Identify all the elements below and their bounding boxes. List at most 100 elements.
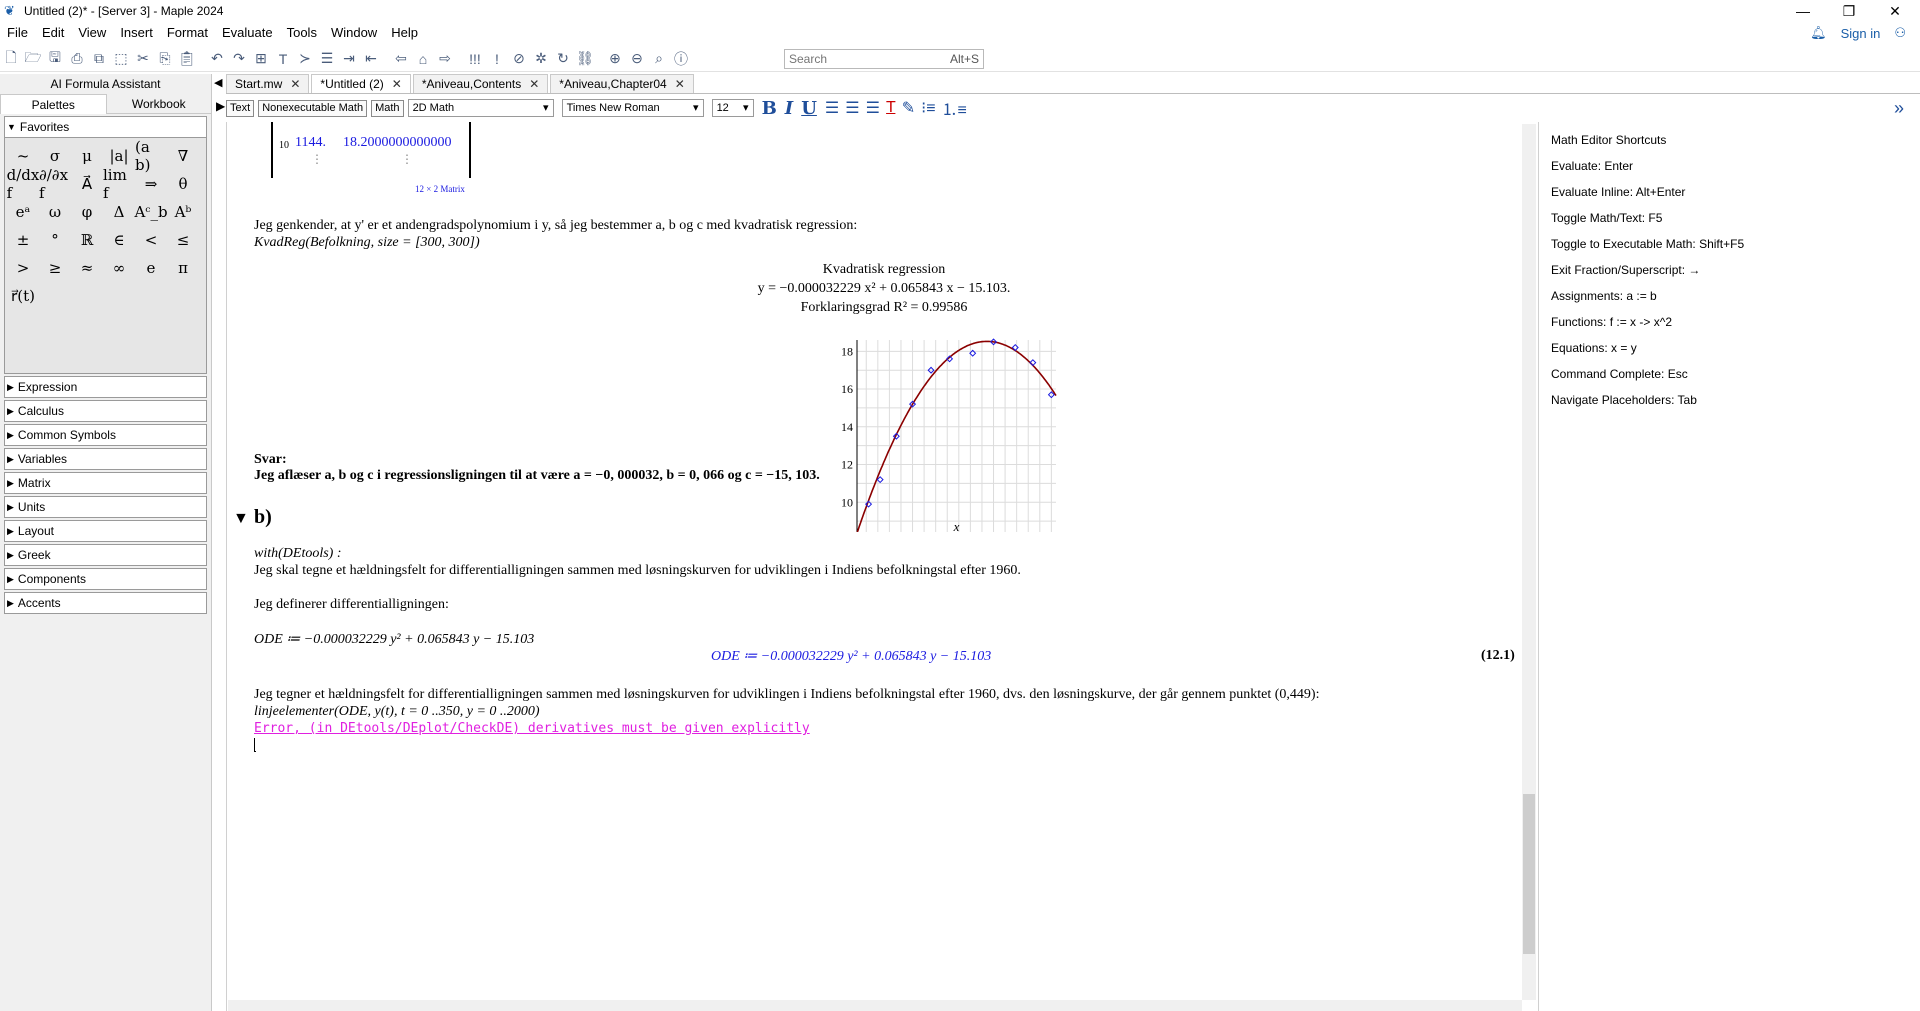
palette-symbol[interactable]: ∇ [167, 142, 199, 170]
palette-symbol[interactable]: lim f [103, 166, 135, 202]
palette-symbol[interactable]: θ [167, 170, 199, 198]
execute-icon[interactable]: ! [486, 48, 508, 70]
redo-icon[interactable]: ↷ [228, 48, 250, 70]
palette-symbol[interactable]: e [135, 254, 167, 282]
palette-symbol[interactable]: Aᵇ [167, 198, 199, 226]
palette-symbol[interactable]: ≈ [71, 254, 103, 282]
palette-common-symbols[interactable]: ▶ Common Symbols [4, 424, 207, 446]
palette-matrix[interactable]: ▶ Matrix [4, 472, 207, 494]
italic-icon[interactable]: I [785, 98, 793, 119]
math-mode-button[interactable]: Math [371, 99, 404, 117]
close-tab-icon[interactable]: ✕ [529, 77, 539, 91]
numbered-list-icon[interactable]: ⒈≡ [942, 96, 967, 120]
palette-symbol[interactable]: < [135, 226, 167, 254]
zoom-in-icon[interactable]: ⊕ [604, 48, 626, 70]
palette-symbol[interactable]: Δ [103, 198, 135, 226]
palette-symbol[interactable]: (a b) [135, 138, 167, 174]
debug-icon[interactable]: ✲ [530, 48, 552, 70]
align-center-icon[interactable]: ☰ [845, 98, 859, 118]
menu-window[interactable]: Window [324, 22, 384, 44]
bullet-list-icon[interactable]: ⁝≡ [921, 98, 935, 118]
palette-expression[interactable]: ▶ Expression [4, 376, 207, 398]
tab-start[interactable]: Start.mw ✕ [226, 74, 310, 93]
palette-symbol[interactable]: > [7, 254, 39, 282]
menu-evaluate[interactable]: Evaluate [215, 22, 280, 44]
tab-workbook[interactable]: Workbook [106, 94, 211, 114]
align-left-icon[interactable]: ☰ [825, 98, 839, 118]
indent-icon[interactable]: ⇥ [338, 48, 360, 70]
ai-formula-assistant[interactable]: AI Formula Assistant [0, 74, 211, 94]
command-input[interactable]: KvadReg(Befolkning, size = [300, 300]) [254, 235, 480, 251]
bell-icon[interactable]: 🔔︎ [1810, 25, 1827, 41]
insert-paragraph-icon[interactable]: ☰ [316, 48, 338, 70]
palette-symbol[interactable]: ≤ [167, 226, 199, 254]
menu-view[interactable]: View [71, 22, 113, 44]
search-box[interactable]: Alt+S [784, 49, 984, 69]
palette-symbol[interactable]: ± [7, 226, 39, 254]
nonexecutable-math-button[interactable]: Nonexecutable Math [258, 99, 368, 117]
user-icon[interactable]: ⚇ [1894, 25, 1906, 41]
new-document-icon[interactable]: 🗋 [0, 48, 22, 70]
highlight-icon[interactable]: ✎ [902, 98, 915, 118]
palette-symbol[interactable]: ∈ [103, 226, 135, 254]
bold-icon[interactable]: B [762, 98, 777, 119]
regression-plot[interactable]: Kvadratisk regression y = −0.000032229 x… [727, 252, 1057, 532]
menu-tools[interactable]: Tools [280, 22, 324, 44]
scrollbar-thumb[interactable] [1523, 794, 1535, 954]
palette-symbol[interactable]: ω [39, 198, 71, 226]
text-mode-button[interactable]: Text [226, 99, 255, 117]
zoom-icon[interactable]: ⌕ [648, 48, 670, 70]
maximize-button[interactable]: ❐ [1826, 0, 1872, 22]
sign-in-link[interactable]: Sign in [1841, 26, 1881, 41]
tab-aniveau-chapter04[interactable]: *Aniveau,Chapter04 ✕ [550, 74, 694, 93]
math-mode-select[interactable]: 2D Math ▾ [407, 99, 554, 117]
palette-symbol[interactable]: ∞ [103, 254, 135, 282]
execute-all-icon[interactable]: !!! [464, 48, 486, 70]
link-icon[interactable]: ⛓ [574, 48, 596, 70]
palette-symbol[interactable]: ∂/∂x f [39, 166, 71, 202]
palette-units[interactable]: ▶ Units [4, 496, 207, 518]
ode-input[interactable]: ODE ≔ −0.000032229 y² + 0.065843 y − 15.… [254, 631, 534, 648]
underline-icon[interactable]: U [801, 98, 817, 119]
command-input[interactable]: with(DEtools) : [254, 546, 342, 562]
palette-symbol[interactable]: ≥ [39, 254, 71, 282]
palette-symbol[interactable]: eᵃ [7, 198, 39, 226]
undo-icon[interactable]: ↶ [206, 48, 228, 70]
open-icon[interactable]: 🗁 [22, 48, 44, 70]
palette-components[interactable]: ▶ Components [4, 568, 207, 590]
home-icon[interactable]: ⌂ [412, 48, 434, 70]
tab-untitled-2[interactable]: *Untitled (2) ✕ [311, 74, 411, 93]
cut-icon[interactable]: ✂ [132, 48, 154, 70]
palette-favorites[interactable]: ▼ Favorites [4, 116, 207, 138]
print-icon[interactable]: ⎙ [66, 48, 88, 70]
export-icon[interactable]: ⬚ [110, 48, 132, 70]
palette-symbol[interactable]: r⃗(t) [7, 282, 39, 310]
palette-calculus[interactable]: ▶ Calculus [4, 400, 207, 422]
save-icon[interactable]: 🖫 [44, 48, 66, 70]
outdent-icon[interactable]: ⇤ [360, 48, 382, 70]
menu-insert[interactable]: Insert [113, 22, 160, 44]
interrupt-icon[interactable]: ⊘ [508, 48, 530, 70]
menu-edit[interactable]: Edit [35, 22, 71, 44]
palette-greek[interactable]: ▶ Greek [4, 544, 207, 566]
text-color-icon[interactable]: T̲ [886, 99, 896, 117]
palette-symbol[interactable]: φ [71, 198, 103, 226]
tab-palettes[interactable]: Palettes [0, 94, 107, 114]
close-tab-icon[interactable]: ✕ [675, 77, 685, 91]
collapse-panel-icon[interactable]: ◀ [214, 76, 222, 89]
palette-symbol[interactable]: μ [71, 142, 103, 170]
palette-symbol[interactable]: ° [39, 226, 71, 254]
palette-symbol[interactable]: Aᶜ_b [134, 198, 167, 226]
paste-icon[interactable]: 📋︎ [176, 48, 198, 70]
command-input[interactable]: linjeelementer(ODE, y(t), t = 0 ..350, y… [254, 704, 540, 720]
search-input[interactable] [789, 52, 950, 66]
expand-right-panel-icon[interactable]: » [1894, 98, 1904, 119]
print-preview-icon[interactable]: ⧉ [88, 48, 110, 70]
error-message[interactable]: Error, (in DEtools/DEplot/CheckDE) deriv… [254, 721, 810, 736]
menu-format[interactable]: Format [160, 22, 215, 44]
insert-prompt-icon[interactable]: ≻ [294, 48, 316, 70]
vertical-scrollbar[interactable] [1522, 124, 1536, 1000]
align-right-icon[interactable]: ☰ [866, 98, 880, 118]
palette-symbol[interactable]: A⃗ [71, 170, 103, 198]
palette-symbol[interactable]: ℝ [71, 226, 103, 254]
